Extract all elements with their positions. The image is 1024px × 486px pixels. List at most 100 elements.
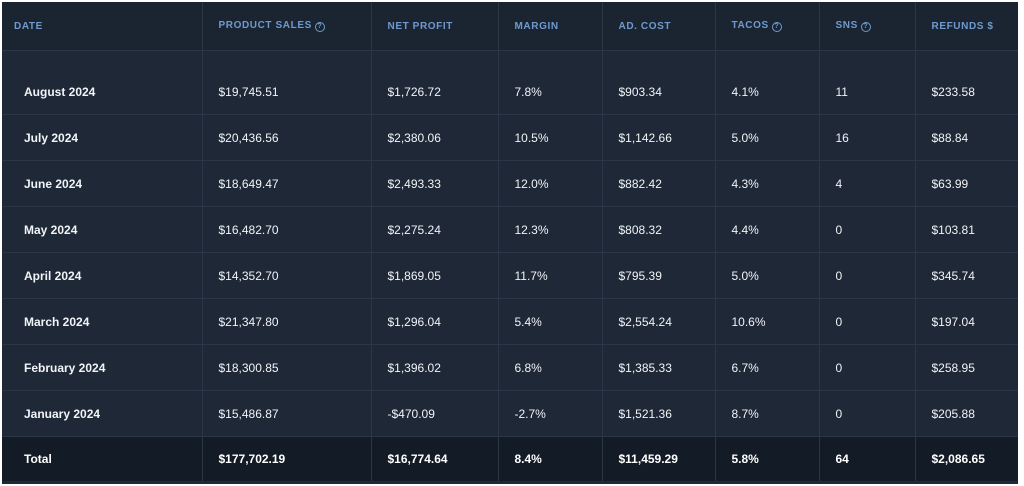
total-margin: 8.4% xyxy=(498,436,603,481)
cell-ad-cost: $2,554.24 xyxy=(602,298,716,345)
cell-product-sales: $16,482.70 xyxy=(202,206,372,253)
column-header-label: MARGIN xyxy=(514,20,559,32)
cell-sns: 0 xyxy=(819,206,916,253)
cell-tacos: 5.0% xyxy=(715,114,820,161)
cell-margin: 6.8% xyxy=(498,344,603,391)
cell-ad-cost: $903.34 xyxy=(602,69,716,115)
info-icon[interactable]: ? xyxy=(860,22,871,32)
table-row[interactable]: April 2024 $14,352.70 $1,869.05 11.7% $795.3… xyxy=(2,252,1018,299)
cell-tacos: 10.6% xyxy=(715,298,820,345)
total-product-sales: $177,702.19 xyxy=(202,436,372,481)
cell-net-profit: -$470.09 xyxy=(371,390,499,437)
cell-net-profit: $1,396.02 xyxy=(371,344,499,391)
cell-refunds: $103.81 xyxy=(915,206,1018,253)
cell-date: August 2024 xyxy=(2,69,203,115)
cell-date: January 2024 xyxy=(2,390,203,437)
cell-date: April 2024 xyxy=(2,252,203,299)
cell-tacos: 6.7% xyxy=(715,344,820,391)
total-label: Total xyxy=(2,436,203,481)
cell-sns: 0 xyxy=(819,344,916,391)
table-row[interactable]: March 2024 $21,347.80 $1,296.04 5.4% $2,554.… xyxy=(2,298,1018,345)
table-row[interactable]: May 2024 $16,482.70 $2,275.24 12.3% $808.32 4… xyxy=(2,206,1018,253)
table-body: August 2024 $19,745.51 $1,726.72 7.8% $903.3… xyxy=(2,50,1018,437)
cell-net-profit: $1,296.04 xyxy=(371,298,499,345)
cell-net-profit: $2,493.33 xyxy=(371,160,499,207)
cell-date: June 2024 xyxy=(2,160,203,207)
cell-date: March 2024 xyxy=(2,298,203,345)
cell-refunds: $345.74 xyxy=(915,252,1018,299)
cell-sns: 0 xyxy=(819,298,916,345)
column-header-net-profit[interactable]: NET PROFIT xyxy=(371,2,499,51)
column-header-margin[interactable]: MARGIN xyxy=(498,2,603,51)
column-header-label: TACOS xyxy=(731,20,769,31)
table-row[interactable]: August 2024 $19,745.51 $1,726.72 7.8% $903.3… xyxy=(2,69,1018,115)
cell-sns: 11 xyxy=(819,69,916,115)
cell-tacos: 4.3% xyxy=(715,160,820,207)
cell-margin: 12.0% xyxy=(498,160,603,207)
cell-ad-cost: $1,142.66 xyxy=(602,114,716,161)
cell-ad-cost: $795.39 xyxy=(602,252,716,299)
cell-sns: 4 xyxy=(819,160,916,207)
total-refunds: $2,086.65 xyxy=(915,436,1018,481)
info-icon[interactable]: ? xyxy=(771,22,782,32)
cell-tacos: 4.1% xyxy=(715,69,820,115)
cell-refunds: $63.99 xyxy=(915,160,1018,207)
cell-margin: 7.8% xyxy=(498,69,603,115)
table-row[interactable]: July 2024 $20,436.56 $2,380.06 10.5% $1,142.… xyxy=(2,114,1018,161)
cell-product-sales: $14,352.70 xyxy=(202,252,372,299)
table-row[interactable]: February 2024 $18,300.85 $1,396.02 6.8% $1,3… xyxy=(2,344,1018,391)
scroll-spacer-row xyxy=(2,50,1018,69)
cell-margin: 12.3% xyxy=(498,206,603,253)
total-ad-cost: $11,459.29 xyxy=(602,436,716,481)
column-header-label: SNS xyxy=(835,20,858,31)
cell-net-profit: $1,869.05 xyxy=(371,252,499,299)
total-tacos: 5.8% xyxy=(715,436,820,481)
cell-margin: 11.7% xyxy=(498,252,603,299)
column-header-label: AD. COST xyxy=(618,20,672,32)
info-icon[interactable]: ? xyxy=(314,22,325,32)
table-row[interactable]: January 2024 $15,486.87 -$470.09 -2.7% $1,52… xyxy=(2,390,1018,437)
total-net-profit: $16,774.64 xyxy=(371,436,499,481)
column-header-product-sales[interactable]: PRODUCT SALES? xyxy=(202,2,372,51)
cell-product-sales: $19,745.51 xyxy=(202,69,372,115)
total-row: Total $177,702.19 $16,774.64 8.4% $11,459.29… xyxy=(2,436,1018,481)
cell-ad-cost: $808.32 xyxy=(602,206,716,253)
cell-margin: -2.7% xyxy=(498,390,603,437)
header-row: DATE PRODUCT SALES? NET PROFIT MARGIN AD. CO… xyxy=(2,2,1018,51)
cell-margin: 5.4% xyxy=(498,298,603,345)
table-row[interactable]: June 2024 $18,649.47 $2,493.33 12.0% $882.42… xyxy=(2,160,1018,207)
cell-product-sales: $21,347.80 xyxy=(202,298,372,345)
cell-net-profit: $2,380.06 xyxy=(371,114,499,161)
column-header-label: REFUNDS $ xyxy=(931,20,994,32)
cell-margin: 10.5% xyxy=(498,114,603,161)
cell-net-profit: $1,726.72 xyxy=(371,69,499,115)
table-footer: Total $177,702.19 $16,774.64 8.4% $11,459.29… xyxy=(2,436,1018,481)
cell-refunds: $88.84 xyxy=(915,114,1018,161)
vertical-scrollbar[interactable] xyxy=(1018,0,1024,486)
column-header-refunds[interactable]: REFUNDS $ xyxy=(915,2,1018,51)
cell-date: May 2024 xyxy=(2,206,203,253)
cell-ad-cost: $1,521.36 xyxy=(602,390,716,437)
cell-refunds: $205.88 xyxy=(915,390,1018,437)
column-header-ad-cost[interactable]: AD. COST xyxy=(602,2,716,51)
cell-tacos: 8.7% xyxy=(715,390,820,437)
cell-product-sales: $20,436.56 xyxy=(202,114,372,161)
column-header-tacos[interactable]: TACOS? xyxy=(715,2,820,51)
cell-sns: 0 xyxy=(819,252,916,299)
column-header-date[interactable]: DATE xyxy=(2,2,203,51)
column-header-label: DATE xyxy=(14,20,43,32)
column-header-label: NET PROFIT xyxy=(387,20,453,32)
monthly-summary-table-panel: DATE PRODUCT SALES? NET PROFIT MARGIN AD. CO… xyxy=(2,2,1018,484)
cell-ad-cost: $1,385.33 xyxy=(602,344,716,391)
cell-ad-cost: $882.42 xyxy=(602,160,716,207)
column-header-label: PRODUCT SALES xyxy=(218,20,312,31)
cell-product-sales: $18,649.47 xyxy=(202,160,372,207)
cell-product-sales: $18,300.85 xyxy=(202,344,372,391)
cell-sns: 16 xyxy=(819,114,916,161)
cell-tacos: 4.4% xyxy=(715,206,820,253)
cell-refunds: $233.58 xyxy=(915,69,1018,115)
cell-date: July 2024 xyxy=(2,114,203,161)
cell-date: February 2024 xyxy=(2,344,203,391)
cell-tacos: 5.0% xyxy=(715,252,820,299)
column-header-sns[interactable]: SNS? xyxy=(819,2,916,51)
